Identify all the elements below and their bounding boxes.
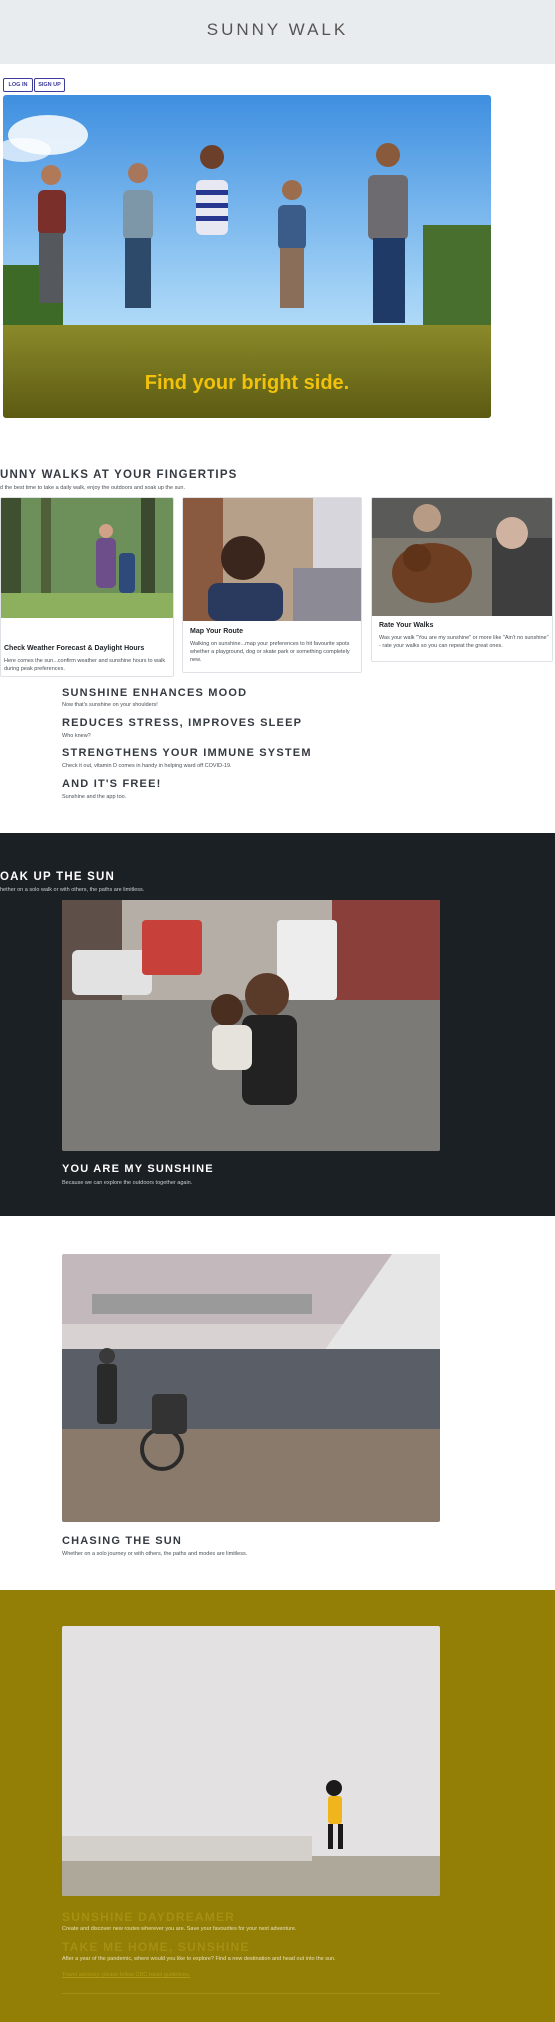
take-me-home-text: After a year of the pandemic, where woul…: [62, 1956, 336, 1962]
chasing-title: CHASING THE SUN: [62, 1535, 183, 1547]
feature-card-text: Here comes the sun...confirm weather and…: [4, 658, 166, 672]
walker-photo: [62, 1626, 440, 1896]
smiling-man-icon: [183, 498, 361, 621]
hero-tagline: Find your bright side.: [144, 372, 350, 394]
hero-image: [3, 95, 491, 418]
forest-walk-icon: [1, 498, 173, 618]
soak-card-title: YOU ARE MY SUNSHINE: [62, 1163, 214, 1175]
benefit-title: REDUCES STRESS, IMPROVES SLEEP: [62, 717, 303, 729]
soak-card-text: Because we can explore the outdoors toge…: [62, 1180, 193, 1186]
benefit-title: AND IT'S FREE!: [62, 778, 162, 790]
daydreamer-text: Create and discover new routes wherever …: [62, 1926, 297, 1932]
feature-card-title: Map Your Route: [190, 628, 244, 635]
signup-button[interactable]: SIGN UP: [34, 78, 65, 92]
take-me-home-title: TAKE ME HOME, SUNSHINE: [62, 1940, 250, 1954]
feature-card-title: Rate Your Walks: [379, 622, 434, 629]
footer-divider: [62, 1993, 440, 1994]
features-subheading: d the best time to take a daily walk, en…: [0, 485, 185, 491]
soak-subheading: hether on a solo walk or with others, th…: [0, 887, 145, 893]
walker-image: [62, 1626, 440, 1896]
wheelchair-photo: [62, 1254, 440, 1522]
mother-child-image: [62, 900, 440, 1151]
feature-card-rate: Rate Your Walks Was your walk "You are m…: [371, 497, 553, 662]
benefit-text: Now that's sunshine on your shoulders!: [62, 702, 158, 708]
login-button[interactable]: LOG IN: [3, 78, 33, 92]
benefit-title: STRENGTHENS YOUR IMMUNE SYSTEM: [62, 747, 312, 759]
feature-card-text: Was your walk "You are my sunshine" or m…: [379, 635, 549, 649]
dog-icon: [372, 498, 552, 616]
benefit-text: Check it out, vitamin D comes in handy i…: [62, 763, 232, 769]
site-title: SUNNY WALK: [206, 20, 349, 39]
benefit-text: Sunshine and the app too.: [62, 794, 127, 800]
features-heading: UNNY WALKS AT YOUR FINGERTIPS: [0, 469, 238, 481]
feature-card-text: Walking on sunshine...map your preferenc…: [190, 641, 350, 663]
wheelchair-image: [62, 1254, 440, 1522]
benefit-title: SUNSHINE ENHANCES MOOD: [62, 687, 248, 699]
feature-card-title: Check Weather Forecast & Daylight Hours: [4, 645, 145, 652]
soak-heading: OAK UP THE SUN: [0, 871, 115, 883]
benefit-text: Who knew?: [62, 733, 91, 739]
daydreamer-title: SUNSHINE DAYDREAMER: [62, 1910, 236, 1924]
mother-child-photo: [62, 900, 440, 1151]
feature-card-map: Map Your Route Walking on sunshine...map…: [182, 497, 362, 673]
travel-advisory-link[interactable]: Travel advisory: please follow CDC trave…: [62, 1972, 190, 1978]
hero-photo: [3, 95, 491, 418]
feature-card-weather: Check Weather Forecast & Daylight Hours …: [0, 497, 174, 677]
chasing-text: Whether on a solo journey or with others…: [62, 1551, 248, 1557]
